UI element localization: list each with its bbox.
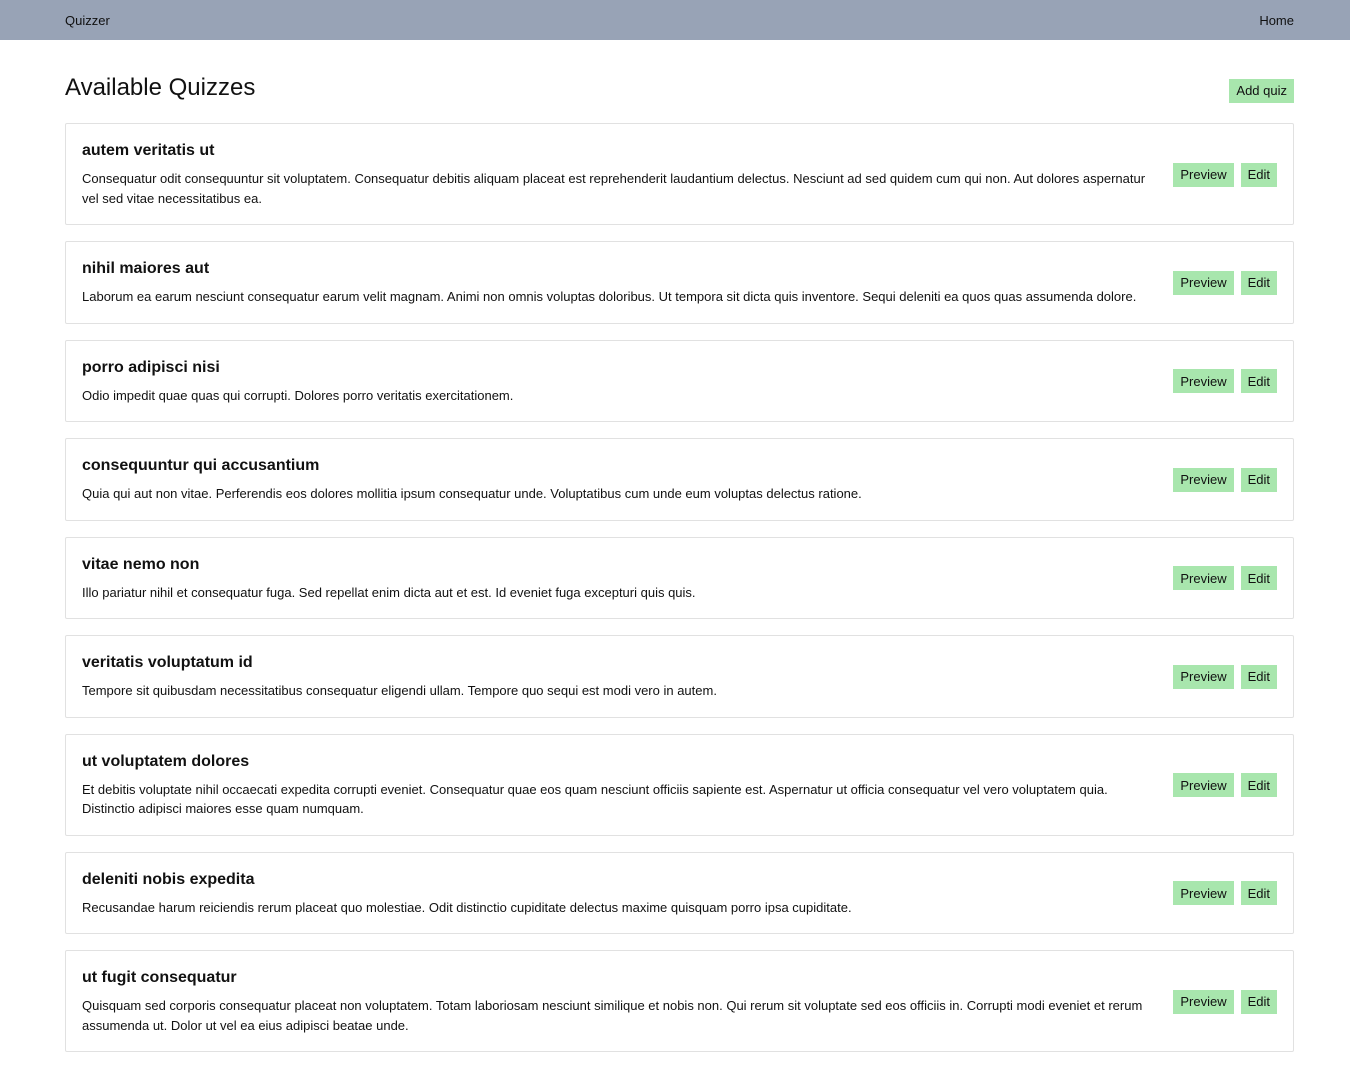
preview-button[interactable]: Preview bbox=[1173, 566, 1234, 591]
quiz-title: deleniti nobis expedita bbox=[82, 870, 255, 888]
quiz-description: Tempore sit quibusdam necessitatibus con… bbox=[82, 683, 717, 698]
quiz-card: consequuntur qui accusantium Quia qui au… bbox=[65, 438, 1294, 521]
quiz-card: autem veritatis ut Consequatur odit cons… bbox=[65, 123, 1294, 225]
quiz-title: ut voluptatem dolores bbox=[82, 752, 250, 770]
preview-button[interactable]: Preview bbox=[1173, 369, 1234, 394]
quiz-description: Consequatur odit consequuntur sit volupt… bbox=[82, 171, 1146, 206]
quiz-title: nihil maiores aut bbox=[82, 260, 210, 277]
quiz-actions: Preview Edit bbox=[1173, 773, 1277, 797]
edit-button[interactable]: Edit bbox=[1240, 270, 1277, 295]
quiz-card: porro adipisci nisi Odio impedit quae qu… bbox=[65, 339, 1294, 422]
quiz-description: Recusandae harum reiciendis rerum placea… bbox=[82, 899, 852, 915]
quiz-text: vitae nemo non Illo pariatur nihil et co… bbox=[82, 555, 1173, 603]
preview-button[interactable]: Preview bbox=[1173, 881, 1234, 906]
quiz-actions: Preview Edit bbox=[1173, 881, 1277, 906]
quiz-card: vitae nemo non Illo pariatur nihil et co… bbox=[65, 536, 1294, 619]
quiz-description: Odio impedit quae quas qui corrupti. Dol… bbox=[82, 387, 514, 403]
quiz-actions: Preview Edit bbox=[1173, 664, 1277, 689]
quiz-text: veritatis voluptatum id Tempore sit quib… bbox=[82, 653, 1173, 701]
quiz-actions: Preview Edit bbox=[1173, 369, 1277, 394]
quiz-title: ut fugit consequatur bbox=[82, 969, 237, 986]
quiz-card: veritatis voluptatum id Tempore sit quib… bbox=[65, 635, 1294, 718]
page-title: Available Quizzes bbox=[65, 73, 256, 101]
quiz-text: ut voluptatem dolores Et debitis volupta… bbox=[82, 752, 1173, 819]
main-content: Available Quizzes Add quiz autem veritat… bbox=[0, 40, 1350, 1068]
quiz-actions: Preview Edit bbox=[1173, 467, 1277, 492]
quiz-card: ut fugit consequatur Quisquam sed corpor… bbox=[65, 950, 1294, 1052]
home-link[interactable]: Home bbox=[1259, 13, 1294, 28]
quiz-title: vitae nemo non bbox=[82, 555, 200, 573]
preview-button[interactable]: Preview bbox=[1173, 664, 1234, 689]
preview-button[interactable]: Preview bbox=[1173, 989, 1234, 1014]
quiz-description: Laborum ea earum nesciunt consequatur ea… bbox=[82, 289, 1137, 304]
quiz-description: Quisquam sed corporis consequatur placea… bbox=[82, 998, 1143, 1033]
quiz-actions: Preview Edit bbox=[1173, 566, 1277, 591]
edit-button[interactable]: Edit bbox=[1240, 881, 1277, 906]
quiz-title: veritatis voluptatum id bbox=[82, 654, 253, 671]
quiz-list: autem veritatis ut Consequatur odit cons… bbox=[65, 123, 1294, 1068]
quiz-description: Quia qui aut non vitae. Perferendis eos … bbox=[82, 486, 862, 501]
quiz-title: autem veritatis ut bbox=[82, 142, 215, 159]
edit-button[interactable]: Edit bbox=[1240, 467, 1277, 492]
quiz-text: consequuntur qui accusantium Quia qui au… bbox=[82, 456, 1173, 504]
quiz-text: autem veritatis ut Consequatur odit cons… bbox=[82, 141, 1173, 208]
edit-button[interactable]: Edit bbox=[1240, 989, 1277, 1014]
preview-button[interactable]: Preview bbox=[1173, 162, 1234, 187]
edit-button[interactable]: Edit bbox=[1240, 773, 1277, 797]
quiz-actions: Preview Edit bbox=[1173, 989, 1277, 1014]
navbar: Quizzer Home bbox=[0, 0, 1350, 40]
preview-button[interactable]: Preview bbox=[1173, 773, 1234, 797]
quiz-card: ut voluptatem dolores Et debitis volupta… bbox=[65, 733, 1294, 836]
page-header: Available Quizzes Add quiz bbox=[65, 40, 1294, 123]
quiz-title: porro adipisci nisi bbox=[82, 358, 220, 376]
edit-button[interactable]: Edit bbox=[1240, 566, 1277, 591]
quiz-actions: Preview Edit bbox=[1173, 270, 1277, 295]
edit-button[interactable]: Edit bbox=[1240, 369, 1277, 394]
quiz-text: deleniti nobis expedita Recusandae harum… bbox=[82, 870, 1173, 918]
quiz-title: consequuntur qui accusantium bbox=[82, 457, 320, 474]
add-quiz-button[interactable]: Add quiz bbox=[1229, 78, 1294, 103]
quiz-text: porro adipisci nisi Odio impedit quae qu… bbox=[82, 358, 1173, 406]
quiz-card: nihil maiores aut Laborum ea earum nesci… bbox=[65, 241, 1294, 324]
quiz-description: Et debitis voluptate nihil occaecati exp… bbox=[82, 781, 1108, 817]
preview-button[interactable]: Preview bbox=[1173, 467, 1234, 492]
preview-button[interactable]: Preview bbox=[1173, 270, 1234, 295]
quiz-actions: Preview Edit bbox=[1173, 162, 1277, 187]
quiz-card: deleniti nobis expedita Recusandae harum… bbox=[65, 851, 1294, 934]
quiz-text: nihil maiores aut Laborum ea earum nesci… bbox=[82, 259, 1173, 307]
edit-button[interactable]: Edit bbox=[1240, 162, 1277, 187]
brand-link[interactable]: Quizzer bbox=[65, 13, 110, 28]
edit-button[interactable]: Edit bbox=[1240, 664, 1277, 689]
quiz-text: ut fugit consequatur Quisquam sed corpor… bbox=[82, 968, 1173, 1035]
quiz-description: Illo pariatur nihil et consequatur fuga.… bbox=[82, 584, 696, 600]
